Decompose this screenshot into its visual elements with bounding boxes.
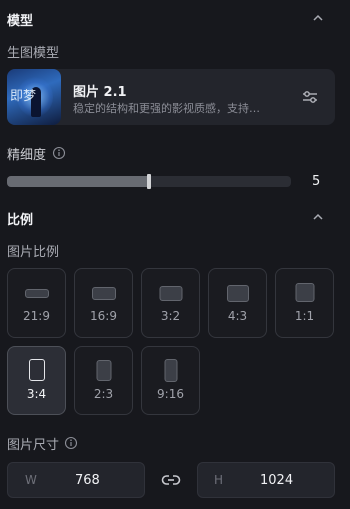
chevron-up-icon[interactable] [311, 11, 325, 25]
ratio-4-3-icon [226, 285, 249, 302]
model-description: 稳定的结构和更强的影视质感，支持… [73, 102, 260, 115]
ratio-2-3-icon [96, 360, 111, 381]
size-label: 图片尺寸 [7, 438, 60, 453]
ratio-label: 16:9 [90, 309, 117, 323]
ratio-sub-label: 图片比例 [7, 245, 60, 260]
height-value: 1024 [260, 473, 294, 488]
fineness-value: 5 [312, 174, 321, 189]
ratio-option-2-3[interactable]: 2:3 [74, 346, 133, 415]
ratio-option-1-1[interactable]: 1:1 [275, 268, 334, 338]
info-icon[interactable] [64, 435, 78, 450]
ratio-option-16-9[interactable]: 16:9 [74, 268, 133, 338]
ratio-label: 3:2 [160, 309, 181, 323]
model-card[interactable]: 即梦 图片 2.1 稳定的结构和更强的影视质感，支持… [7, 69, 335, 125]
ratio-1-1-icon [295, 283, 314, 302]
width-value: 768 [75, 473, 100, 488]
ratio-option-4-3[interactable]: 4:3 [208, 268, 267, 338]
model-name: 图片 2.1 [73, 85, 127, 100]
ratio-label: 9:16 [157, 387, 184, 401]
height-prefix: H [214, 473, 224, 487]
sliders-icon[interactable] [299, 86, 321, 108]
model-thumbnail: 即梦 [7, 69, 61, 125]
ratio-3-4-icon [28, 359, 45, 381]
thumbnail-text: 即梦 [10, 89, 37, 104]
model-section-title: 模型 [7, 14, 34, 29]
width-prefix: W [25, 473, 37, 487]
width-input[interactable]: W 768 [7, 462, 145, 498]
model-sub-label: 生图模型 [7, 46, 60, 61]
slider-fill [7, 176, 149, 187]
ratio-9-16-icon [164, 359, 177, 382]
ratio-3-2-icon [159, 286, 182, 301]
ratio-label: 21:9 [23, 309, 50, 323]
chevron-up-icon[interactable] [311, 210, 325, 224]
height-input[interactable]: H 1024 [197, 462, 335, 498]
ratio-label: 4:3 [227, 309, 248, 323]
link-icon[interactable] [161, 471, 181, 489]
ratio-21-9-icon [24, 289, 49, 298]
ratio-option-3-2[interactable]: 3:2 [141, 268, 200, 338]
ratio-section-title: 比例 [7, 213, 34, 228]
ratio-option-3-4[interactable]: 3:4 [7, 346, 66, 415]
ratio-label: 2:3 [93, 387, 114, 401]
info-icon[interactable] [52, 145, 66, 160]
ratio-label: 1:1 [294, 309, 315, 323]
ratio-option-21-9[interactable]: 21:9 [7, 268, 66, 338]
ratio-label: 3:4 [26, 387, 47, 401]
fineness-label: 精细度 [7, 148, 47, 163]
ratio-option-9-16[interactable]: 9:16 [141, 346, 200, 415]
ratio-16-9-icon [91, 287, 116, 300]
slider-handle[interactable] [147, 174, 151, 189]
fineness-slider[interactable] [7, 174, 291, 189]
